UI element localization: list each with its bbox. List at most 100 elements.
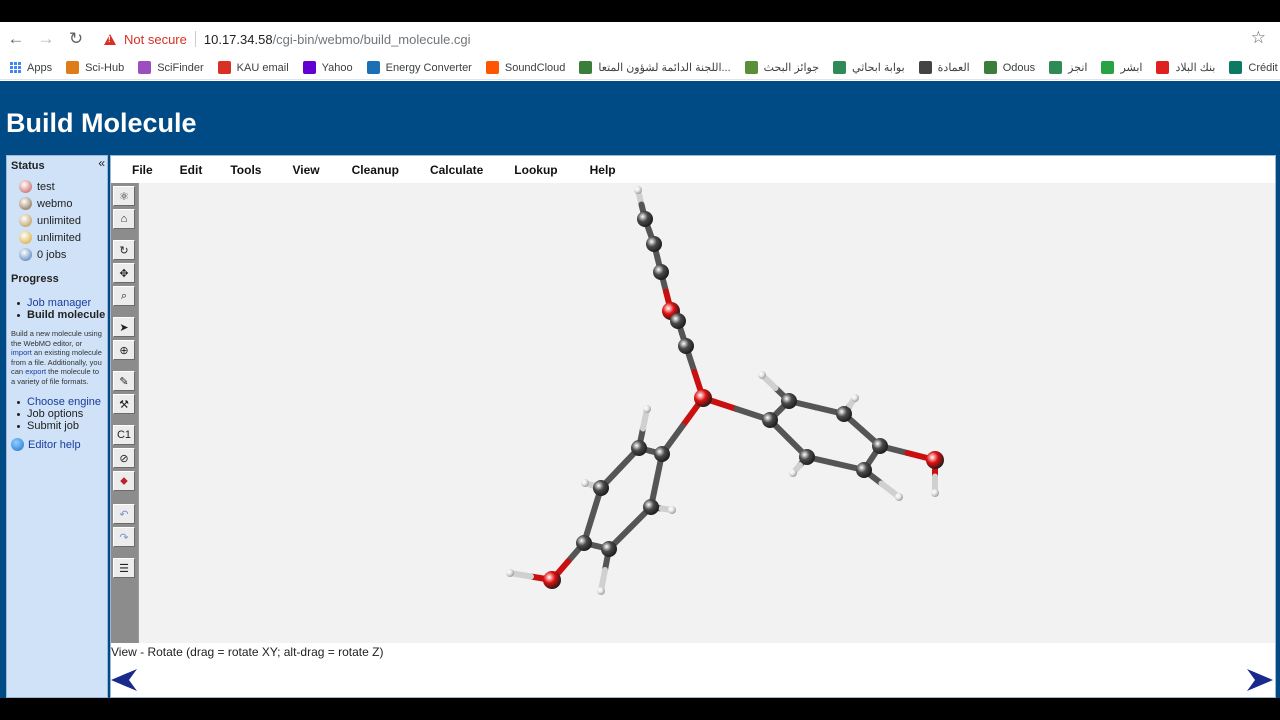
carbon-atom[interactable] <box>637 211 653 227</box>
carbon-atom[interactable] <box>601 541 617 557</box>
list-tool[interactable]: ☰ <box>113 558 135 578</box>
molecule-view[interactable] <box>139 183 1276 643</box>
hydrogen-atom[interactable] <box>581 479 589 487</box>
draw-atoms-tool[interactable]: ⚛ <box>113 186 135 206</box>
url-path[interactable]: /cgi-bin/webmo/build_molecule.cgi <box>273 32 471 47</box>
clean-tool[interactable]: ✎ <box>113 371 135 391</box>
bookmark-item[interactable]: Odous <box>983 61 1035 74</box>
undo-tool[interactable]: ↶ <box>113 504 135 524</box>
hydrogen-atom[interactable] <box>668 506 676 514</box>
back-icon[interactable]: ← <box>2 25 30 53</box>
carbon-atom[interactable] <box>593 480 609 496</box>
bookmark-item[interactable]: انجز <box>1049 61 1087 74</box>
url-host[interactable]: 10.17.34.58 <box>204 32 273 47</box>
bookmark-favicon-icon <box>302 61 316 74</box>
hydrogen-atom[interactable] <box>506 569 514 577</box>
menu-cleanup[interactable]: Cleanup <box>352 163 399 177</box>
menu-edit[interactable]: Edit <box>180 163 203 177</box>
carbon-atom[interactable] <box>856 462 872 478</box>
symmetry-tool[interactable]: C1 <box>113 425 135 445</box>
carbon-atom[interactable] <box>762 412 778 428</box>
carbon-atom[interactable] <box>576 535 592 551</box>
page-title: Build Molecule <box>6 108 197 138</box>
carbon-atom[interactable] <box>653 264 669 280</box>
menu-tools[interactable]: Tools <box>230 163 261 177</box>
bookmark-item[interactable]: بنك البلاد <box>1156 61 1215 74</box>
carbon-atom[interactable] <box>678 338 694 354</box>
carbon-atom[interactable] <box>872 438 888 454</box>
select-tool[interactable]: ➤ <box>113 317 135 337</box>
fragment-tool[interactable]: ⌂ <box>113 209 135 229</box>
bookmark-item[interactable]: جوائز البحث <box>744 61 819 74</box>
bookmark-item[interactable]: Apps <box>10 62 52 74</box>
bookmark-label: Yahoo <box>321 61 353 74</box>
bookmark-item[interactable]: ابشر <box>1101 61 1142 74</box>
redo-tool[interactable]: ↷ <box>113 527 135 547</box>
carbon-atom[interactable] <box>781 393 797 409</box>
carbon-atom[interactable] <box>799 449 815 465</box>
security-label[interactable]: Not secure <box>124 32 187 47</box>
bookmark-item[interactable]: Energy Converter <box>366 61 472 74</box>
editor-help-link[interactable]: Editor help <box>11 438 107 451</box>
progress-list: Job manager Build molecule <box>17 297 107 321</box>
menu-help[interactable]: Help <box>590 163 616 177</box>
menu-view[interactable]: View <box>292 163 319 177</box>
nav-link-item[interactable]: Choose engine <box>17 396 107 408</box>
bookmark-item[interactable]: SciFinder <box>138 61 204 74</box>
nav-link-item[interactable]: Job manager <box>17 297 107 309</box>
next-arrow-icon[interactable] <box>1247 669 1273 691</box>
bookmark-item[interactable]: SoundCloud <box>485 61 565 74</box>
collapse-sidebar-icon[interactable]: « <box>98 156 105 170</box>
reload-icon[interactable]: ↻ <box>62 25 90 53</box>
hydrogen-atom[interactable] <box>634 186 642 194</box>
status-heading: Status <box>11 160 45 172</box>
carbon-atom[interactable] <box>646 236 662 252</box>
hydrogen-atom[interactable] <box>597 587 605 595</box>
hydrogen-atom[interactable] <box>895 493 903 501</box>
comprehensive-tool[interactable]: ⬥ <box>113 471 135 491</box>
carbon-atom[interactable] <box>670 313 686 329</box>
carbon-atom[interactable] <box>654 446 670 462</box>
hydrogen-atom[interactable] <box>851 394 859 402</box>
nav-item: Job options <box>17 408 107 420</box>
hydrogen-atom[interactable] <box>789 469 797 477</box>
bookmark-item[interactable]: Crédit Agricole <box>1229 61 1280 74</box>
oxygen-atom[interactable] <box>926 451 944 469</box>
bullet <box>17 313 20 317</box>
molecule-canvas[interactable] <box>138 183 1275 643</box>
bookmark-item[interactable]: بوابة ابحاثي <box>833 61 905 74</box>
bookmark-item[interactable]: العمادة <box>918 61 970 74</box>
oxygen-atom[interactable] <box>694 389 712 407</box>
oxygen-atom[interactable] <box>543 571 561 589</box>
bookmark-favicon-icon <box>833 61 847 74</box>
bookmark-item[interactable]: اللجنة الدائمة لشؤون المتعا... <box>579 61 731 74</box>
carbon-atom[interactable] <box>643 499 659 515</box>
help-globe-icon <box>11 438 24 451</box>
bookmark-favicon-icon <box>983 61 997 74</box>
hydrogen-atom[interactable] <box>643 405 651 413</box>
apps-grid-icon <box>10 62 21 73</box>
import-link[interactable]: import <box>11 348 32 357</box>
hydrogen-atom[interactable] <box>758 371 766 379</box>
carbon-atom[interactable] <box>836 406 852 422</box>
bookmark-item[interactable]: KAU email <box>217 61 289 74</box>
bookmark-star-icon[interactable]: ☆ <box>1251 28 1266 48</box>
export-link[interactable]: export <box>25 367 46 376</box>
bookmark-item[interactable]: Yahoo <box>302 61 353 74</box>
bookmark-item[interactable]: Sci-Hub <box>66 61 124 74</box>
symmetrize-tool[interactable]: ⊘ <box>113 448 135 468</box>
rotate-tool[interactable]: ↻ <box>113 240 135 260</box>
menu-lookup[interactable]: Lookup <box>514 163 557 177</box>
url-field[interactable]: Not secure 10.17.34.58 /cgi-bin/webmo/bu… <box>104 31 471 47</box>
forward-icon[interactable]: → <box>32 25 60 53</box>
menu-file[interactable]: File <box>132 163 153 177</box>
carbon-atom[interactable] <box>631 440 647 456</box>
previous-arrow-icon[interactable] <box>111 669 137 691</box>
build-tool[interactable]: ⚒ <box>113 394 135 414</box>
warning-icon[interactable] <box>104 33 116 45</box>
menu-calculate[interactable]: Calculate <box>430 163 483 177</box>
hydrogen-atom[interactable] <box>931 489 939 497</box>
translate-tool[interactable]: ✥ <box>113 263 135 283</box>
zoom-tool[interactable]: ⌕ <box>113 286 135 306</box>
adjust-tool[interactable]: ⊕ <box>113 340 135 360</box>
